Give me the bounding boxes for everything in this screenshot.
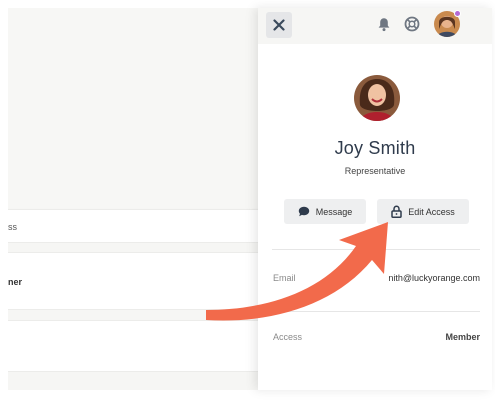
background-row-text: ss — [8, 222, 17, 232]
access-value: Member — [445, 332, 480, 342]
email-value: nith@luckyorange.com — [388, 273, 480, 283]
panel-header — [258, 8, 492, 44]
background-page: ss ner — [8, 8, 270, 390]
edit-access-button-label: Edit Access — [408, 206, 455, 217]
background-row-text: ner — [8, 277, 23, 287]
profile-role: Representative — [344, 166, 406, 176]
close-button[interactable] — [266, 12, 292, 38]
close-icon — [273, 19, 285, 31]
profile-photo — [354, 75, 400, 121]
callout-arrow — [206, 222, 388, 321]
user-detail-panel: Joy Smith Representative Message Edit Ac… — [258, 8, 492, 390]
notifications-button[interactable] — [376, 16, 392, 32]
profile-avatar-image — [354, 75, 400, 121]
bell-icon — [378, 17, 390, 31]
screen: ss ner Joy Smith Representative Message … — [0, 0, 495, 408]
help-button[interactable] — [404, 16, 420, 32]
background-row — [8, 320, 270, 372]
lifebuoy-icon — [404, 16, 420, 32]
presence-indicator — [454, 10, 461, 17]
profile-name: Joy Smith — [334, 138, 416, 158]
access-label: Access — [273, 332, 303, 342]
background-top-area — [8, 8, 258, 208]
